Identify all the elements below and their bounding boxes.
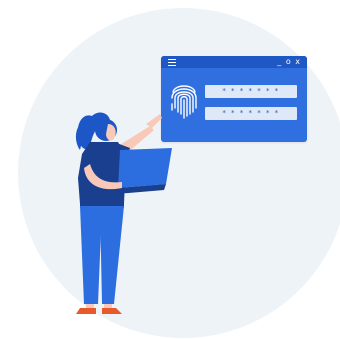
laptop: [118, 148, 172, 188]
password-field-1[interactable]: * * * * * * *: [205, 85, 297, 98]
password-field-2[interactable]: * * * * * * *: [205, 107, 297, 120]
left-shoe: [76, 308, 96, 314]
window-titlebar: _ o x: [161, 56, 307, 68]
pants-right-leg: [100, 206, 124, 304]
illustration-scene: _ o x * * * * * * * * * * * * * *: [0, 0, 340, 339]
woman-with-laptop: [75, 112, 172, 314]
pants-left-leg: [80, 206, 102, 304]
window-controls[interactable]: _ o x: [277, 56, 301, 68]
right-shoe: [102, 308, 122, 314]
menu-icon[interactable]: [168, 59, 176, 66]
